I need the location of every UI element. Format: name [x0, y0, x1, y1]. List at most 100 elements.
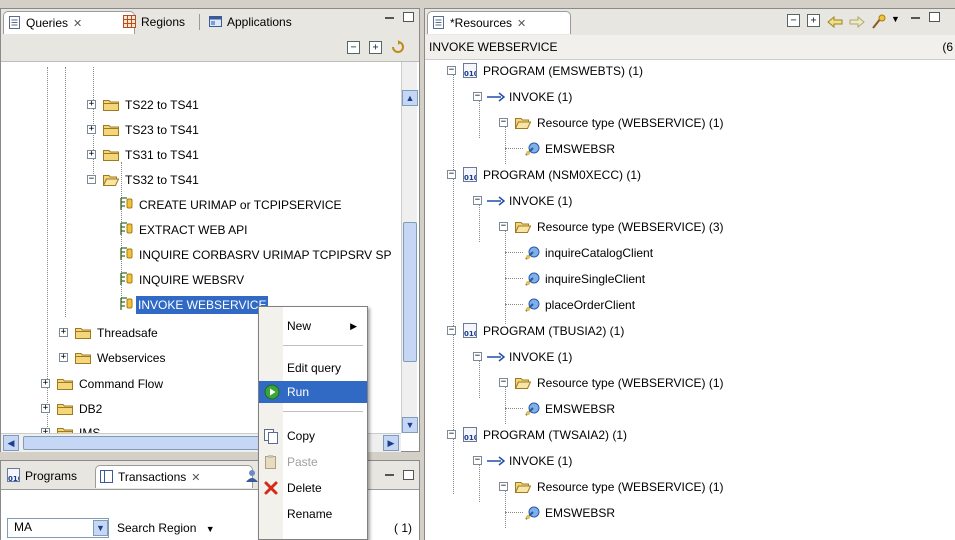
collapse-icon[interactable]: − — [473, 92, 482, 101]
applications-icon — [209, 16, 222, 27]
menu-separator — [283, 345, 363, 346]
query-view-icon — [9, 16, 20, 29]
menu-item-new[interactable]: New ▶ — [259, 315, 367, 337]
webservice-icon — [525, 506, 540, 520]
tree-item-label: TS32 to TS41 — [125, 173, 199, 187]
refresh-icon[interactable] — [391, 40, 405, 54]
close-icon[interactable]: ✕ — [191, 472, 200, 484]
collapse-icon[interactable]: − — [447, 326, 456, 335]
scroll-thumb[interactable] — [403, 222, 417, 362]
scroll-right-icon[interactable]: ▶ — [383, 435, 399, 451]
collapse-icon[interactable]: − — [473, 352, 482, 361]
submenu-arrow-icon: ▶ — [350, 321, 357, 331]
expand-all-icon[interactable]: + — [807, 14, 820, 27]
collapse-icon[interactable]: − — [447, 430, 456, 439]
scroll-down-icon[interactable]: ▼ — [402, 417, 418, 433]
collapse-icon[interactable]: − — [499, 378, 508, 387]
maximize-icon[interactable] — [403, 12, 414, 22]
menu-item-rename[interactable]: Rename — [259, 503, 367, 525]
tree-item-label: placeOrderClient — [545, 298, 636, 312]
query-icon — [120, 222, 133, 235]
menu-item-label: Rename — [287, 507, 333, 521]
vertical-scrollbar[interactable]: ▲ ▼ — [401, 62, 418, 433]
webservice-icon — [525, 246, 540, 260]
resources-header: INVOKE WEBSERVICE (6 — [425, 35, 955, 60]
user-icon[interactable] — [245, 469, 259, 483]
collapse-all-icon[interactable]: − — [787, 14, 800, 27]
collapse-icon[interactable]: − — [473, 196, 482, 205]
expand-icon[interactable]: + — [59, 328, 68, 337]
webservice-icon — [525, 272, 540, 286]
folder-icon — [75, 353, 91, 364]
tree-item-label: EMSWEBSR — [545, 402, 616, 416]
query-icon — [120, 197, 133, 210]
run-icon — [264, 384, 280, 400]
tree-item-label: TS23 to TS41 — [125, 123, 199, 137]
collapse-icon[interactable]: − — [87, 175, 96, 184]
tree-item-label: INVOKE (1) — [509, 90, 573, 104]
tree-item-label: Threadsafe — [97, 326, 158, 340]
tree-item-label: PROGRAM (TWSAIA2) (1) — [483, 428, 628, 442]
filter-icon[interactable] — [871, 14, 887, 30]
expand-all-icon[interactable]: + — [369, 41, 382, 54]
region-filter-combo[interactable]: MA ▼ — [7, 518, 109, 538]
minimize-icon[interactable] — [385, 17, 394, 19]
tab-resources[interactable]: *Resources ✕ — [427, 11, 571, 34]
invoke-arrow-icon — [487, 196, 505, 206]
collapse-icon[interactable]: − — [499, 118, 508, 127]
minimize-icon[interactable] — [385, 474, 394, 476]
collapse-icon[interactable]: − — [473, 456, 482, 465]
region-filter-value: MA — [14, 520, 32, 534]
collapse-icon[interactable]: − — [499, 222, 508, 231]
transactions-icon — [100, 470, 113, 483]
menu-item-edit-query[interactable]: Edit query — [259, 357, 367, 379]
collapse-icon[interactable]: − — [447, 170, 456, 179]
maximize-icon[interactable] — [929, 12, 940, 22]
expand-icon[interactable]: + — [87, 125, 96, 134]
forward-arrow-icon[interactable] — [849, 16, 865, 28]
expand-icon[interactable]: + — [41, 379, 50, 388]
scroll-up-icon[interactable]: ▲ — [402, 90, 418, 106]
tab-queries[interactable]: Queries ✕ — [3, 11, 135, 34]
menu-item-label: Run — [287, 385, 310, 399]
menu-separator — [283, 411, 363, 412]
maximize-icon[interactable] — [403, 470, 414, 480]
tree-item-label: PROGRAM (TBUSIA2) (1) — [483, 324, 625, 338]
close-icon[interactable]: ✕ — [517, 18, 526, 30]
tab-programs[interactable]: 010 Programs — [3, 465, 77, 487]
tree-guide-line — [505, 304, 523, 305]
resources-tabbar: *Resources ✕ − + ▼ — [425, 9, 955, 36]
collapse-icon[interactable]: − — [499, 482, 508, 491]
tab-regions[interactable]: Regions — [119, 11, 185, 33]
expand-icon[interactable]: + — [59, 353, 68, 362]
program-icon: 010 — [463, 323, 477, 338]
close-icon[interactable]: ✕ — [73, 18, 82, 30]
menu-item-delete[interactable]: Delete — [259, 477, 367, 499]
minimize-icon[interactable] — [911, 17, 920, 19]
collapse-all-icon[interactable]: − — [347, 41, 360, 54]
tree-item-label: inquireCatalogClient — [545, 246, 654, 260]
scroll-left-icon[interactable]: ◀ — [3, 435, 19, 451]
tree-item-label: Resource type (WEBSERVICE) (1) — [537, 480, 724, 494]
expand-icon[interactable]: + — [41, 404, 50, 413]
menu-item-run[interactable]: Run — [259, 381, 367, 403]
menu-item-copy[interactable]: Copy — [259, 425, 367, 447]
search-region-button[interactable]: Search Region ▼ — [117, 521, 215, 535]
tab-divider — [199, 14, 200, 30]
folder-icon — [103, 125, 119, 136]
expand-icon[interactable]: + — [87, 150, 96, 159]
tree-item-label: EXTRACT WEB API — [139, 223, 248, 237]
collapse-icon[interactable]: − — [447, 66, 456, 75]
program-icon: 010 — [463, 167, 477, 182]
dropdown-icon[interactable]: ▼ — [93, 520, 108, 536]
view-menu-icon[interactable]: ▼ — [891, 14, 900, 24]
regions-icon — [123, 15, 136, 28]
scroll-thumb[interactable] — [23, 436, 263, 450]
tab-applications[interactable]: Applications — [205, 11, 292, 33]
tree-item-label: INVOKE (1) — [509, 454, 573, 468]
menu-item-paste[interactable]: Paste — [259, 451, 367, 473]
invoke-arrow-icon — [487, 456, 505, 466]
expand-icon[interactable]: + — [87, 100, 96, 109]
back-arrow-icon[interactable] — [827, 16, 843, 28]
tab-transactions[interactable]: Transactions ✕ — [95, 465, 253, 488]
